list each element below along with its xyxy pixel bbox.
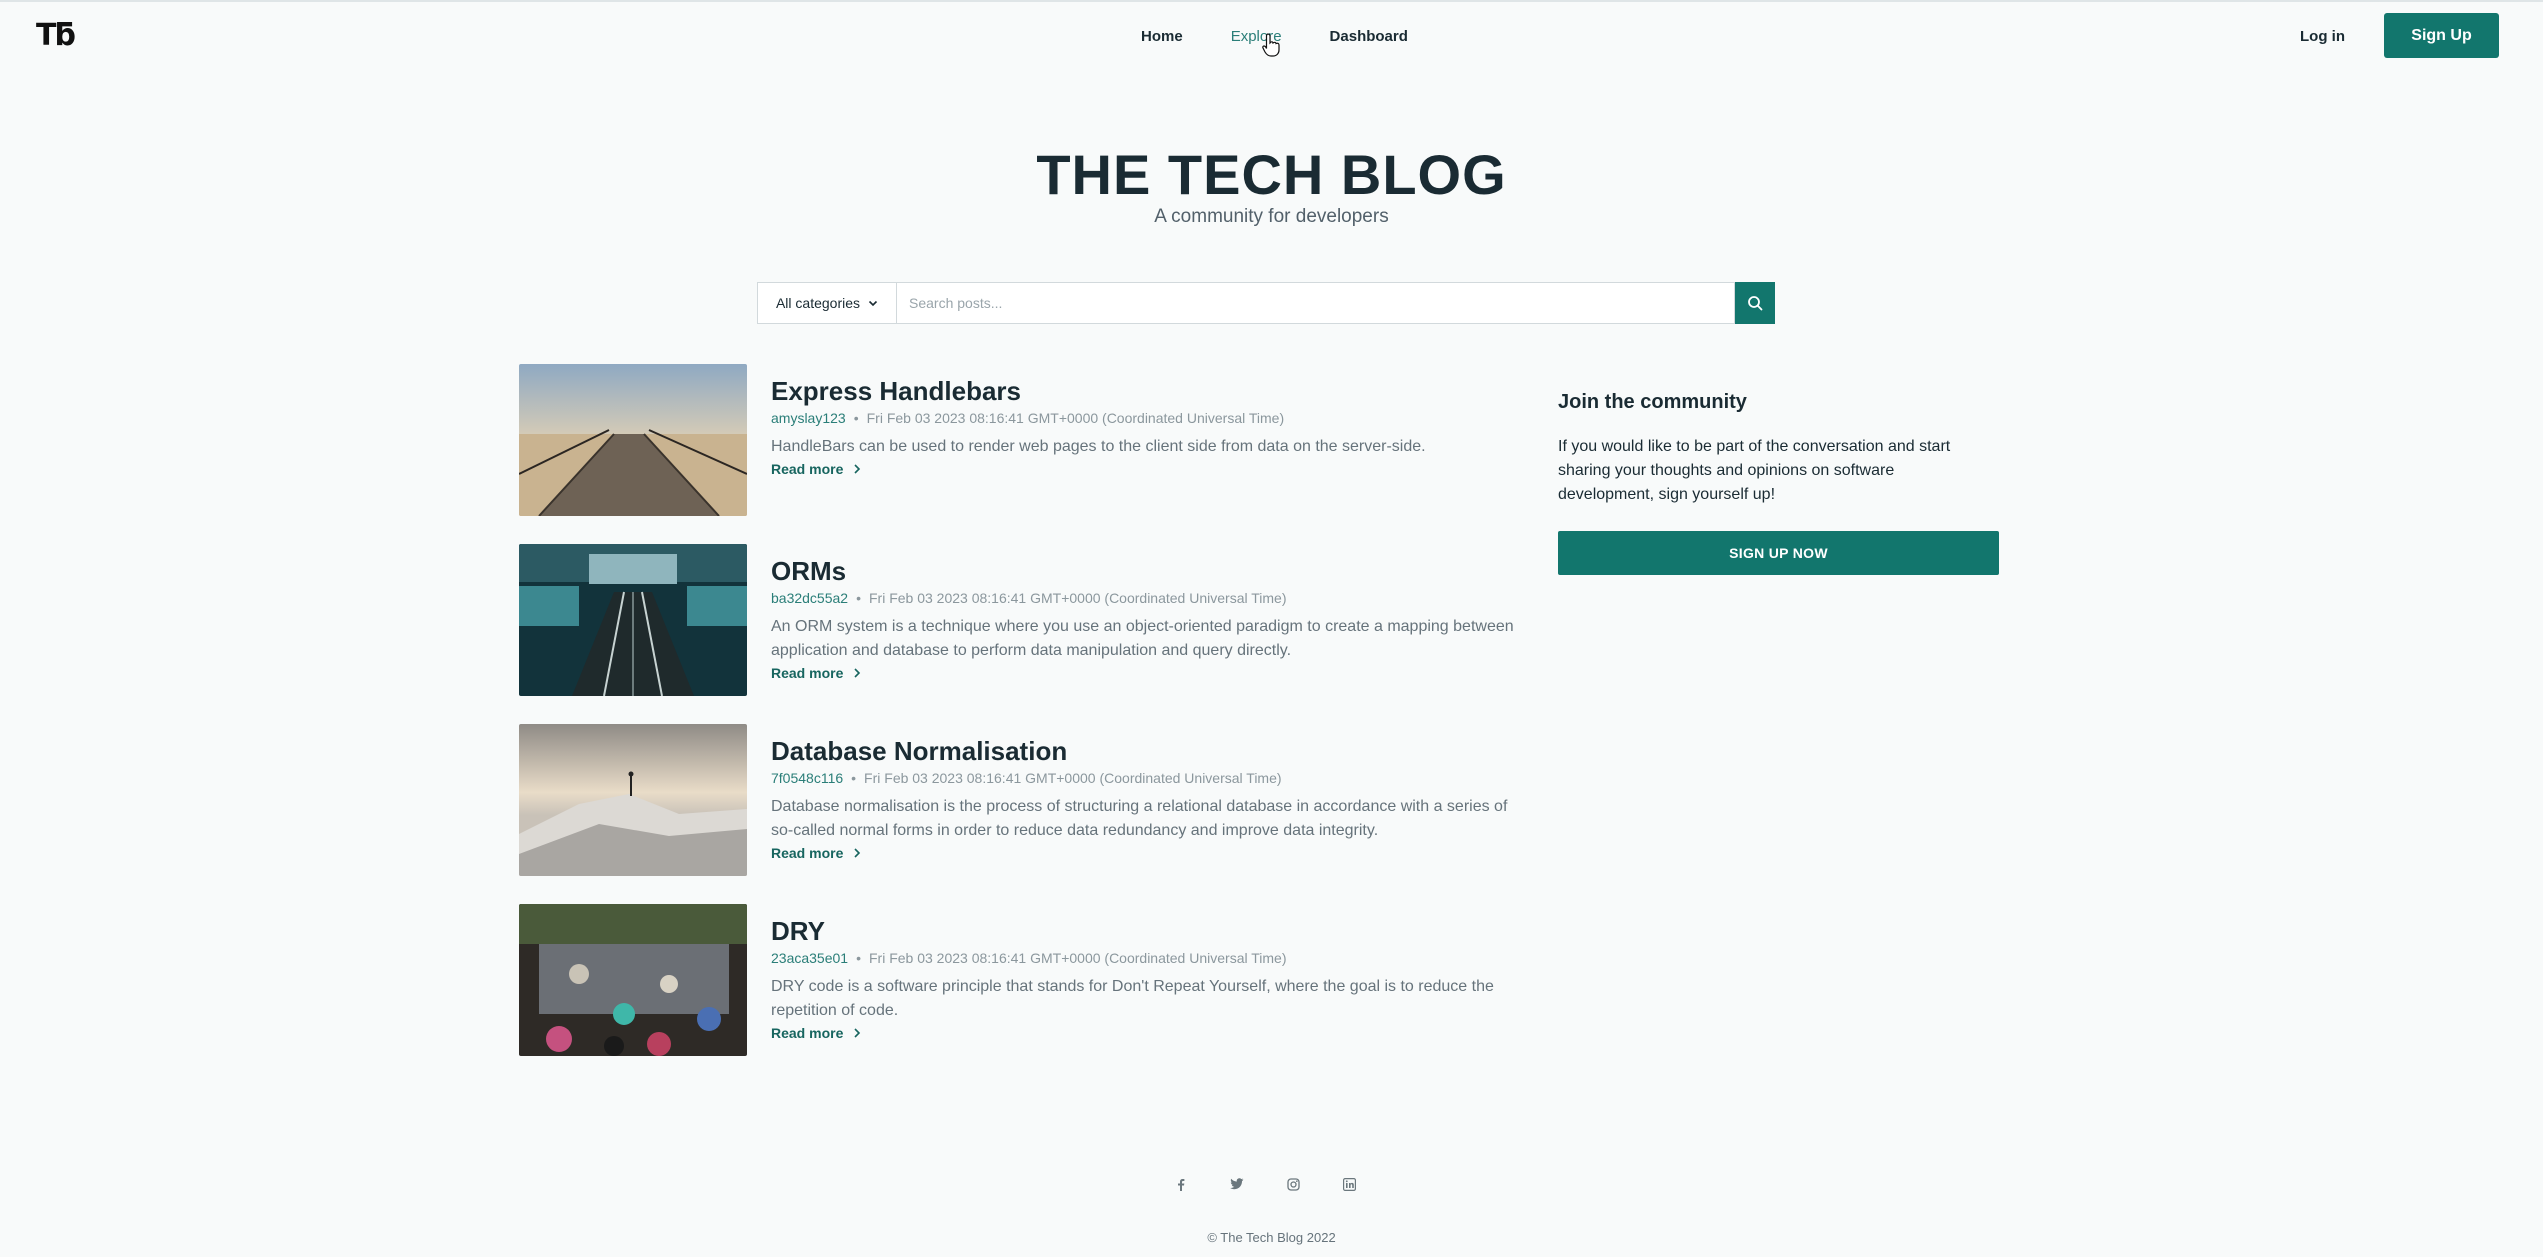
main-nav: Home Explore Dashboard	[1141, 28, 1456, 45]
read-more-label: Read more	[771, 845, 844, 861]
escalator-image	[519, 544, 747, 696]
read-more-link[interactable]: Read more	[771, 665, 861, 681]
snow-mountain-image	[519, 724, 747, 876]
read-more-link[interactable]: Read more	[771, 845, 861, 861]
read-more-label: Read more	[771, 665, 844, 681]
post-card: ORMs ba32dc55a2 • Fri Feb 03 2023 08:16:41…	[519, 544, 1519, 696]
post-card: DRY 23aca35e01 • Fri Feb 03 2023 08:16:41 …	[519, 904, 1519, 1056]
page-subtitle: A community for developers	[1154, 206, 1389, 227]
social-links	[1172, 1175, 1358, 1193]
copyright: © The Tech Blog 2022	[1207, 1230, 1336, 1245]
post-author[interactable]: ba32dc55a2	[771, 590, 848, 606]
post-author[interactable]: amyslay123	[771, 410, 846, 426]
post-body: Database Normalisation 7f0548c116 • Fri Fe…	[771, 736, 1516, 863]
post-card: Database Normalisation 7f0548c116 • Fri Fe…	[519, 724, 1519, 876]
post-excerpt: HandleBars can be used to render web pag…	[771, 438, 1426, 455]
site-header: Tƃ Home Explore Dashboard Log in Sign Up	[0, 0, 2543, 72]
linkedin-icon[interactable]	[1340, 1175, 1358, 1193]
signup-button[interactable]: Sign Up	[2384, 13, 2499, 58]
search-icon	[1748, 296, 1763, 311]
chevron-right-icon	[854, 1028, 861, 1038]
post-title[interactable]: Express Handlebars	[771, 376, 1516, 406]
read-more-link[interactable]: Read more	[771, 1025, 861, 1041]
post-meta: amyslay123 • Fri Feb 03 2023 08:16:41 GMT+…	[771, 410, 1516, 426]
post-card: Express Handlebars amyslay123 • Fri Feb 03…	[519, 364, 1519, 516]
category-select-label: All categories	[775, 295, 861, 311]
post-thumbnail[interactable]	[519, 904, 747, 1056]
nav-home[interactable]: Home	[1141, 28, 1183, 45]
post-meta: ba32dc55a2 • Fri Feb 03 2023 08:16:41 GMT+…	[771, 590, 1516, 606]
post-body: ORMs ba32dc55a2 • Fri Feb 03 2023 08:16:41…	[771, 556, 1516, 683]
category-select[interactable]: All categories	[757, 282, 897, 324]
search-input[interactable]: Search posts...	[897, 282, 1735, 324]
nav-dashboard[interactable]: Dashboard	[1330, 28, 1408, 45]
post-thumbnail[interactable]	[519, 544, 747, 696]
meta-separator: •	[853, 410, 859, 426]
site-logo[interactable]: Tƃ	[36, 18, 76, 53]
post-excerpt: DRY code is a software principle that st…	[771, 978, 1494, 1019]
twitter-icon[interactable]	[1228, 1175, 1246, 1193]
chevron-right-icon	[854, 464, 861, 474]
post-author[interactable]: 7f0548c116	[771, 770, 843, 786]
meta-separator: •	[851, 770, 857, 786]
search-bar: All categories Search posts...	[757, 282, 1775, 324]
sidebar-title: Join the community	[1558, 391, 1747, 413]
sign-up-now-button[interactable]: SIGN UP NOW	[1558, 531, 1999, 575]
post-meta: 23aca35e01 • Fri Feb 03 2023 08:16:41 GMT+…	[771, 950, 1516, 966]
post-thumbnail[interactable]	[519, 364, 747, 516]
hand-cursor-icon	[1262, 33, 1280, 57]
chevron-right-icon	[854, 668, 861, 678]
post-date: Fri Feb 03 2023 08:16:41 GMT+0000 (Coord…	[868, 950, 1287, 966]
instagram-icon[interactable]	[1284, 1175, 1302, 1193]
workshop-table-image	[519, 904, 747, 1056]
post-excerpt: An ORM system is a technique where you u…	[771, 618, 1514, 659]
search-button[interactable]	[1735, 282, 1775, 324]
post-title[interactable]: ORMs	[771, 556, 1516, 586]
post-title[interactable]: DRY	[771, 916, 1516, 946]
post-date: Fri Feb 03 2023 08:16:41 GMT+0000 (Coord…	[864, 770, 1282, 786]
chevron-down-icon	[868, 300, 878, 307]
facebook-icon[interactable]	[1172, 1175, 1190, 1193]
meta-separator: •	[856, 950, 861, 966]
chevron-right-icon	[854, 848, 861, 858]
pier-image	[519, 364, 747, 516]
meta-separator: •	[856, 590, 861, 606]
read-more-label: Read more	[771, 461, 844, 477]
post-thumbnail[interactable]	[519, 724, 747, 876]
login-link[interactable]: Log in	[2300, 28, 2345, 45]
post-meta: 7f0548c116 • Fri Feb 03 2023 08:16:41 GMT+…	[771, 770, 1516, 786]
post-date: Fri Feb 03 2023 08:16:41 GMT+0000 (Coord…	[866, 410, 1285, 426]
post-excerpt: Database normalisation is the process of…	[771, 798, 1508, 839]
page-title: THE TECH BLOG	[1036, 143, 1507, 206]
post-author[interactable]: 23aca35e01	[771, 950, 848, 966]
post-body: DRY 23aca35e01 • Fri Feb 03 2023 08:16:41 …	[771, 916, 1516, 1043]
post-body: Express Handlebars amyslay123 • Fri Feb 03…	[771, 376, 1516, 479]
read-more-label: Read more	[771, 1025, 844, 1041]
sidebar-text: If you would like to be part of the conv…	[1558, 438, 1951, 503]
read-more-link[interactable]: Read more	[771, 461, 861, 477]
post-date: Fri Feb 03 2023 08:16:41 GMT+0000 (Coord…	[868, 590, 1287, 606]
post-title[interactable]: Database Normalisation	[771, 736, 1516, 766]
